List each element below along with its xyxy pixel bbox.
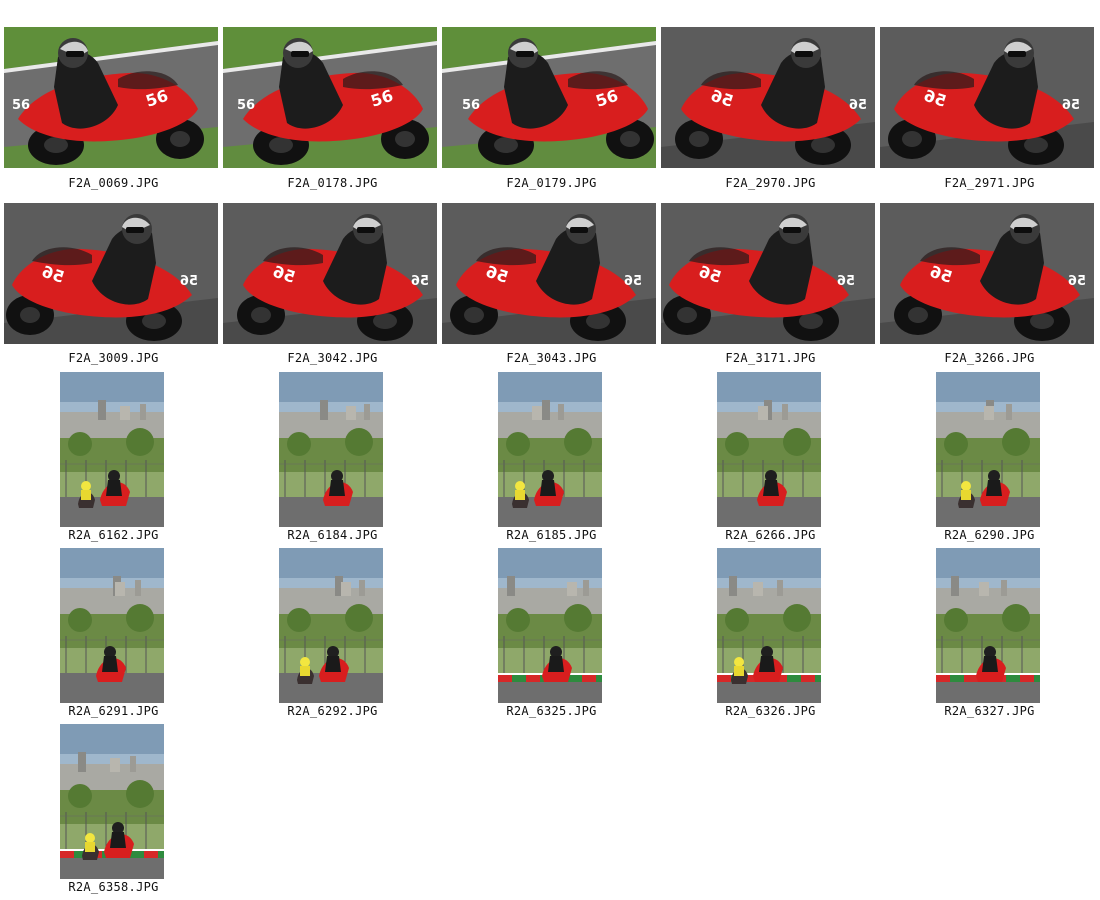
svg-text:56: 56 (462, 98, 480, 113)
thumbnail-filename[interactable]: R2A_6326.JPG (661, 704, 880, 718)
thumbnail-image[interactable]: 56 56 (442, 203, 656, 344)
thumbnail-filename[interactable]: F2A_0178.JPG (223, 176, 442, 190)
thumbnail-image[interactable] (936, 372, 1040, 527)
thumbnail-image[interactable]: 56 56 (661, 203, 875, 344)
thumbnail-image[interactable] (279, 548, 383, 703)
thumbnail-filename[interactable]: F2A_3266.JPG (880, 351, 1099, 365)
thumbnail-image[interactable] (936, 548, 1040, 703)
svg-text:56: 56 (624, 274, 642, 289)
thumbnail-image[interactable]: 56 56 (4, 203, 218, 344)
thumbnail-filename[interactable]: R2A_6162.JPG (4, 528, 223, 542)
thumbnail-image[interactable]: 56 56 (223, 27, 437, 168)
svg-text:56: 56 (849, 98, 867, 113)
thumbnail-filename[interactable]: F2A_3042.JPG (223, 351, 442, 365)
thumbnail-filename[interactable]: F2A_2970.JPG (661, 176, 880, 190)
thumbnail-image[interactable]: 56 56 (223, 203, 437, 344)
thumbnail-image[interactable] (279, 372, 383, 527)
svg-text:56: 56 (237, 98, 255, 113)
svg-text:56: 56 (837, 274, 855, 289)
thumbnail-filename[interactable]: R2A_6292.JPG (223, 704, 442, 718)
thumbnail-filename[interactable]: F2A_3009.JPG (4, 351, 223, 365)
thumbnail-filename[interactable]: F2A_0179.JPG (442, 176, 661, 190)
thumbnail-filename[interactable]: R2A_6184.JPG (223, 528, 442, 542)
thumbnail-image[interactable] (60, 724, 164, 879)
thumbnail-image[interactable] (498, 548, 602, 703)
svg-text:56: 56 (180, 274, 198, 289)
thumbnail-image[interactable] (717, 372, 821, 527)
svg-text:56: 56 (1062, 98, 1080, 113)
svg-text:56: 56 (411, 274, 429, 289)
thumbnail-image[interactable] (717, 548, 821, 703)
thumbnail-filename[interactable]: R2A_6290.JPG (880, 528, 1099, 542)
thumbnail-image[interactable] (60, 372, 164, 527)
thumbnail-filename[interactable]: F2A_3043.JPG (442, 351, 661, 365)
thumbnail-filename[interactable]: F2A_3171.JPG (661, 351, 880, 365)
thumbnail-filename[interactable]: R2A_6358.JPG (4, 880, 223, 894)
thumbnail-filename[interactable]: R2A_6185.JPG (442, 528, 661, 542)
thumbnail-filename[interactable]: R2A_6291.JPG (4, 704, 223, 718)
thumbnail-filename[interactable]: F2A_0069.JPG (4, 176, 223, 190)
thumbnail-image[interactable] (498, 372, 602, 527)
thumbnail-filename[interactable]: R2A_6327.JPG (880, 704, 1099, 718)
thumbnail-filename[interactable]: R2A_6266.JPG (661, 528, 880, 542)
svg-text:56: 56 (1068, 274, 1086, 289)
thumbnail-filename[interactable]: R2A_6325.JPG (442, 704, 661, 718)
thumbnail-image[interactable]: 56 56 (880, 27, 1094, 168)
thumbnail-image[interactable]: 56 56 (442, 27, 656, 168)
thumbnail-image[interactable]: 56 56 (661, 27, 875, 168)
thumbnail-gallery: 56 56 F2A_0069.JPG 56 56 F2A_0178.JPG 56… (0, 0, 1100, 900)
svg-text:56: 56 (12, 98, 30, 113)
thumbnail-image[interactable]: 56 56 (4, 27, 218, 168)
thumbnail-image[interactable]: 56 56 (880, 203, 1094, 344)
thumbnail-image[interactable] (60, 548, 164, 703)
thumbnail-filename[interactable]: F2A_2971.JPG (880, 176, 1099, 190)
